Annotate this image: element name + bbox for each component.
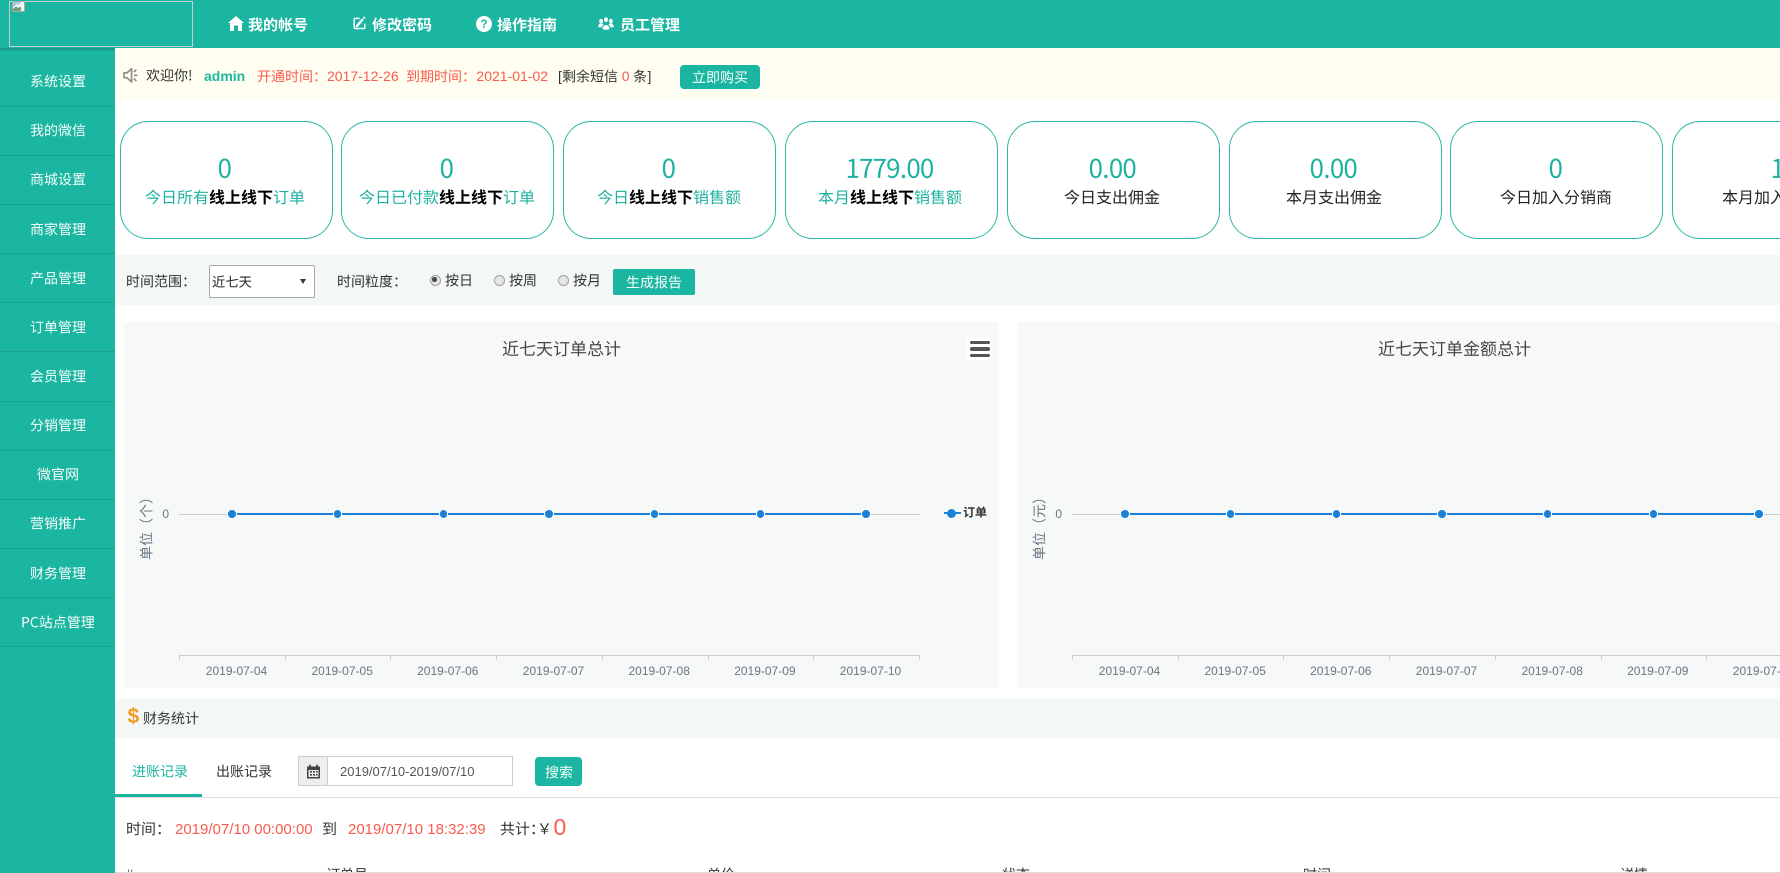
svg-text:?: ?: [480, 19, 487, 31]
